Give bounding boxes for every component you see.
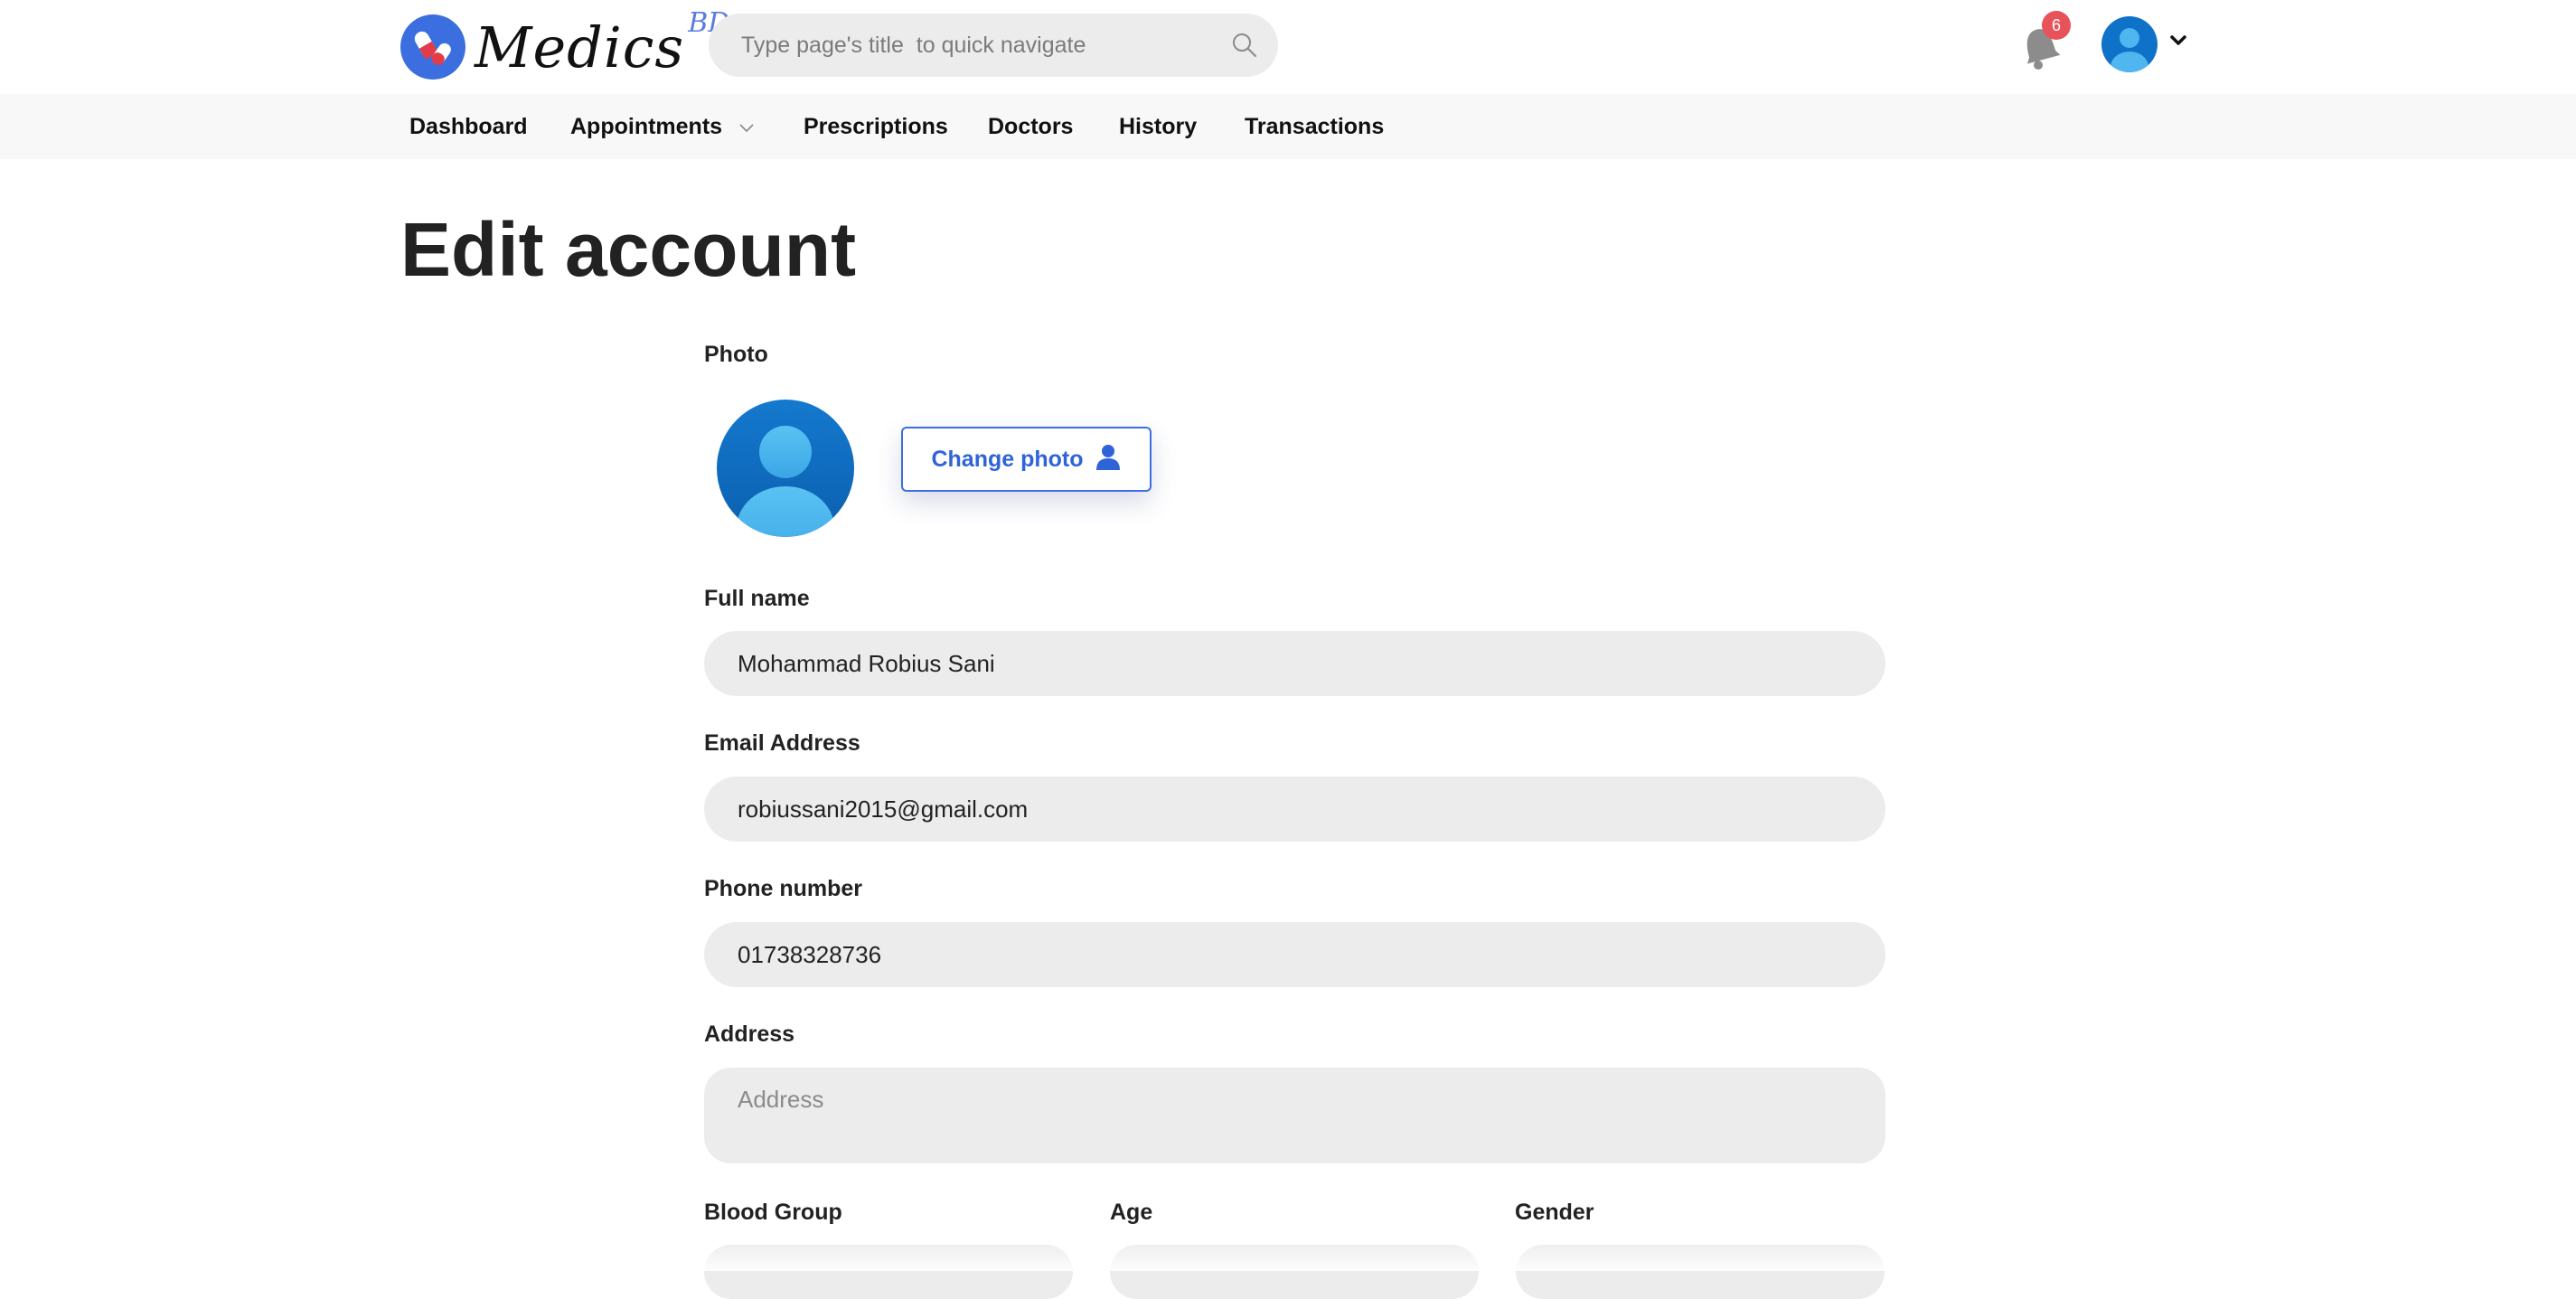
user-avatar[interactable]	[2101, 16, 2158, 72]
nav-doctors[interactable]: Doctors	[988, 94, 1073, 159]
user-icon	[1095, 443, 1122, 476]
top-bar: Medics BD 6	[0, 0, 2576, 94]
full-name-input[interactable]	[704, 631, 1885, 696]
nav-dashboard[interactable]: Dashboard	[409, 94, 528, 159]
pill-icon	[400, 14, 465, 80]
address-label: Address	[704, 1021, 795, 1047]
blood-group-label: Blood Group	[704, 1200, 842, 1225]
email-input[interactable]	[704, 777, 1885, 842]
nav-appointments[interactable]: Appointments	[570, 94, 755, 159]
photo-label: Photo	[704, 342, 768, 367]
page-title: Edit account	[400, 207, 857, 292]
phone-input[interactable]	[704, 922, 1885, 987]
quick-nav-search	[709, 14, 1278, 77]
address-input[interactable]	[704, 1068, 1885, 1163]
search-icon[interactable]	[1231, 32, 1258, 63]
bottom-fade	[0, 1240, 2576, 1271]
chevron-down-icon[interactable]	[2169, 34, 2187, 52]
nav-transactions[interactable]: Transactions	[1245, 94, 1384, 159]
brand-name: Medics	[475, 14, 685, 80]
chevron-down-icon	[738, 114, 755, 140]
notification-badge: 6	[2042, 11, 2071, 40]
nav-appointments-label: Appointments	[570, 113, 723, 139]
change-photo-button[interactable]: Change photo	[901, 427, 1152, 492]
email-label: Email Address	[704, 730, 860, 756]
age-label: Age	[1110, 1200, 1153, 1225]
nav-history[interactable]: History	[1119, 94, 1197, 159]
phone-label: Phone number	[704, 876, 863, 901]
full-name-label: Full name	[704, 586, 810, 611]
main-nav: Dashboard Appointments Prescriptions Doc…	[0, 94, 2576, 159]
nav-prescriptions[interactable]: Prescriptions	[804, 94, 948, 159]
gender-label: Gender	[1515, 1200, 1594, 1225]
search-input[interactable]	[709, 14, 1278, 77]
profile-photo	[717, 400, 854, 537]
brand-logo[interactable]: Medics BD	[400, 7, 729, 81]
change-photo-label: Change photo	[931, 446, 1084, 472]
